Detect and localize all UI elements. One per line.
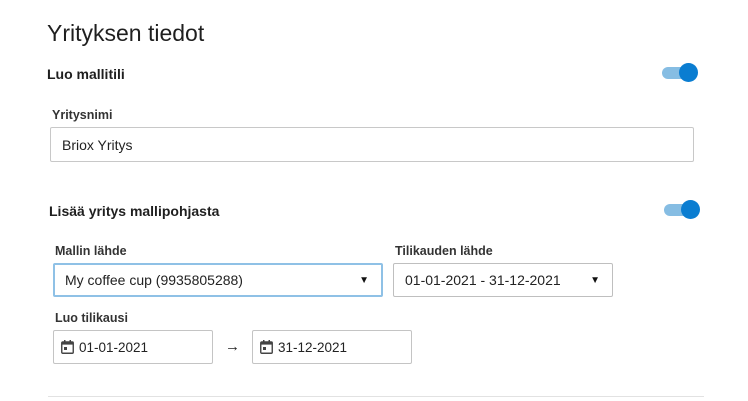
company-name-value: Briox Yritys [62, 136, 133, 153]
chevron-down-icon: ▼ [590, 274, 600, 286]
company-name-field[interactable]: Briox Yritys [50, 127, 694, 162]
template-source-select[interactable]: My coffee cup (9935805288) ▼ [53, 263, 383, 297]
end-date-field[interactable]: 31-12-2021 [252, 330, 412, 364]
template-source-value: My coffee cup (9935805288) [65, 272, 243, 288]
date-range-arrow: → [225, 338, 240, 355]
calendar-icon [260, 340, 273, 354]
toggle-knob [679, 63, 698, 82]
start-date-field[interactable]: 01-01-2021 [53, 330, 213, 364]
calendar-icon [61, 340, 74, 354]
template-account-label: Luo mallitili [47, 66, 125, 82]
create-fiscal-year-label: Luo tilikausi [55, 311, 128, 325]
company-name-label: Yritysnimi [52, 108, 113, 122]
toggle-knob [681, 200, 700, 219]
template-source-label: Mallin lähde [55, 244, 127, 258]
end-date-value: 31-12-2021 [278, 339, 348, 355]
fiscal-source-value: 01-01-2021 - 31-12-2021 [405, 272, 561, 288]
section-divider [48, 396, 704, 397]
fiscal-source-label: Tilikauden lähde [395, 244, 493, 258]
add-from-template-label: Lisää yritys mallipohjasta [49, 203, 220, 219]
template-account-toggle[interactable] [662, 63, 698, 82]
page-title: Yrityksen tiedot [47, 20, 205, 46]
add-from-template-toggle[interactable] [664, 200, 700, 219]
start-date-value: 01-01-2021 [79, 339, 149, 355]
chevron-down-icon: ▼ [359, 274, 369, 286]
fiscal-source-select[interactable]: 01-01-2021 - 31-12-2021 ▼ [393, 263, 613, 297]
